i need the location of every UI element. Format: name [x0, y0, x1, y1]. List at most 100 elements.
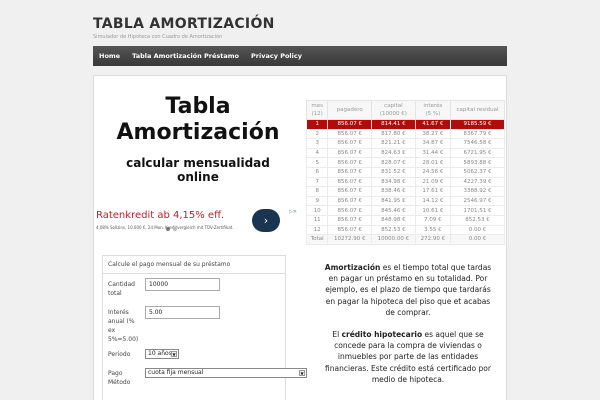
table-cell: 852.53 €	[450, 214, 505, 226]
description-paragraph-1: Amortización es el tiempo total que tard…	[324, 263, 492, 317]
table-cell: 9	[305, 195, 329, 207]
table-cell: 12	[305, 224, 329, 236]
table-cell: 7	[305, 176, 329, 188]
table-cell: 8367.79 €	[450, 128, 505, 140]
amortization-table: mes (12) pagadero capital (10000 €) interé…	[305, 100, 505, 245]
ad-headline[interactable]: Ratenkredit ab 4,15% eff.	[96, 210, 224, 221]
table-cell: 14.12 €	[414, 195, 452, 207]
page-subtitle: calcular mensualidad online	[94, 156, 302, 184]
pago-metodo-select[interactable]: cuota fija mensual ▼	[145, 368, 307, 378]
table-cell: 856.07 €	[327, 205, 373, 216]
table-cell: 856.07 €	[327, 224, 373, 236]
table-cell: 4227.39 €	[450, 176, 505, 188]
table-cell: 856.07 €	[327, 195, 373, 207]
table-cell: 9185.59 €	[450, 119, 505, 130]
table-cell: 828.07 €	[371, 157, 416, 168]
table-row: 12 856.07 €852.53 €3.55 €0.00 €	[305, 224, 505, 236]
site-title[interactable]: TABLA AMORTIZACIÓN	[93, 16, 275, 32]
pago-label: Pago Método	[108, 370, 131, 386]
table-cell: 831.52 €	[371, 166, 416, 178]
table-cell: 31.44 €	[414, 147, 452, 159]
table-cell: 848.98 €	[371, 214, 416, 226]
table-cell: 0.00 €	[450, 224, 505, 236]
table-cell: 8	[305, 186, 329, 197]
table-cell: 4	[305, 147, 329, 159]
chevron-down-icon[interactable]: ▼	[171, 351, 177, 357]
table-cell: 821.21 €	[371, 138, 416, 149]
table-row: 2 856.07 €817.80 €38.27 €8367.79 €	[305, 128, 505, 140]
col-header-mes: mes (12)	[305, 100, 329, 120]
table-cell: 2546.97 €	[450, 195, 505, 207]
table-cell: 272.90 €	[414, 234, 452, 245]
table-cell: 852.53 €	[371, 224, 416, 236]
table-cell: 856.07 €	[327, 186, 373, 197]
carousel-dot[interactable]	[166, 227, 170, 231]
table-cell: 3	[305, 138, 329, 149]
table-cell: 34.87 €	[414, 138, 452, 149]
nav-item-home[interactable]: Home	[93, 46, 126, 66]
periodo-select[interactable]: 10 años ▼	[145, 349, 179, 359]
table-row: 6 856.07 €831.52 €24.56 €5062.37 €	[305, 166, 505, 178]
table-row: 10 856.07 €845.46 €10.61 €1701.51 €	[305, 205, 505, 216]
col-header-capital-residual: capital residual	[450, 100, 505, 120]
cantidad-input[interactable]: 10000	[145, 278, 220, 291]
table-cell: 17.61 €	[414, 186, 452, 197]
table-cell: 834.98 €	[371, 176, 416, 188]
table-header-row: mes (12) pagadero capital (10000 €) interé…	[305, 100, 505, 120]
ad-banner[interactable]: Ratenkredit ab 4,15% eff. 4,08% Sollzins…	[95, 208, 299, 235]
table-cell: 856.07 €	[327, 214, 373, 226]
col-header-capital: capital (10000 €)	[371, 100, 416, 120]
table-cell: 856.07 €	[327, 157, 373, 168]
page-subtitle-line1: calcular mensualidad	[126, 156, 270, 170]
table-cell: 824.63 €	[371, 147, 416, 159]
table-row: 4 856.07 €824.63 €31.44 €6721.95 €	[305, 147, 505, 159]
table-cell: 856.07 €	[327, 166, 373, 178]
table-cell: 845.46 €	[371, 205, 416, 216]
table-row: 11 856.07 €848.98 €7.09 €852.53 €	[305, 214, 505, 226]
table-cell: 856.07 €	[327, 176, 373, 188]
table-row: 3 856.07 €821.21 €34.87 €7546.58 €	[305, 138, 505, 149]
col-header-pagadero: pagadero	[327, 100, 373, 120]
page-title-line1: Tabla	[165, 94, 231, 119]
table-row: 1 856.07 €814.41 €41.67 €9185.59 €	[305, 119, 505, 130]
chevron-down-icon[interactable]: ▼	[299, 370, 305, 376]
page-title-line2: Amortización	[116, 120, 280, 145]
table-row: 9 856.07 €841.95 €14.12 €2546.97 €	[305, 195, 505, 207]
table-cell: 1701.51 €	[450, 205, 505, 216]
description-text: Amortización es el tiempo total que tard…	[320, 262, 496, 396]
carousel-dot[interactable]	[173, 227, 177, 231]
table-cell: 28.01 €	[414, 157, 452, 168]
table-cell: 5893.88 €	[450, 157, 505, 168]
periodo-label: Periodo	[108, 351, 131, 358]
table-cell: 856.07 €	[327, 138, 373, 149]
cantidad-label: Cantidad total	[108, 281, 135, 297]
interes-input[interactable]: 5.00	[145, 306, 220, 319]
ad-carousel-dots	[166, 227, 177, 231]
ad-arrow-button[interactable]: ›	[252, 209, 280, 232]
page-subtitle-line2: online	[177, 170, 219, 184]
table-cell: Total	[305, 234, 329, 245]
table-cell: 1	[305, 119, 329, 130]
table-cell: 817.80 €	[371, 128, 416, 140]
table-cell: 841.95 €	[371, 195, 416, 207]
form-heading: Calcule el pago mensual de su préstamo	[103, 256, 285, 274]
table-cell: 10	[305, 205, 329, 216]
table-row: 5 856.07 €828.07 €28.01 €5893.88 €	[305, 157, 505, 168]
nav-item-privacy-policy[interactable]: Privacy Policy	[245, 46, 308, 66]
description-paragraph-2: El crédito hipotecario es aquel que se c…	[325, 330, 491, 384]
table-cell: 10272.90 €	[327, 234, 373, 245]
col-header-interes: interés (5 %)	[414, 100, 452, 120]
ad-info-icon[interactable]: ▷✕	[289, 209, 297, 215]
table-cell: 10.61 €	[414, 205, 452, 216]
table-cell: 838.46 €	[371, 186, 416, 197]
table-cell: 7.09 €	[414, 214, 452, 226]
table-cell: 24.56 €	[414, 166, 452, 178]
nav-item-tabla-amortizacion[interactable]: Tabla Amortización Préstamo	[126, 46, 245, 66]
ad-small-text: 4,08% Sollzins, 10.000 €, 24 Mon. Kredit…	[96, 225, 234, 230]
table-row: 8 856.07 €838.46 €17.61 €3388.92 €	[305, 186, 505, 197]
content-area: Tabla Amortización calcular mensualidad …	[93, 75, 507, 400]
table-cell: 856.07 €	[327, 119, 373, 130]
table-cell: 41.67 €	[414, 119, 452, 130]
table-cell: 3388.92 €	[450, 186, 505, 197]
table-cell: 0.00 €	[450, 234, 505, 245]
